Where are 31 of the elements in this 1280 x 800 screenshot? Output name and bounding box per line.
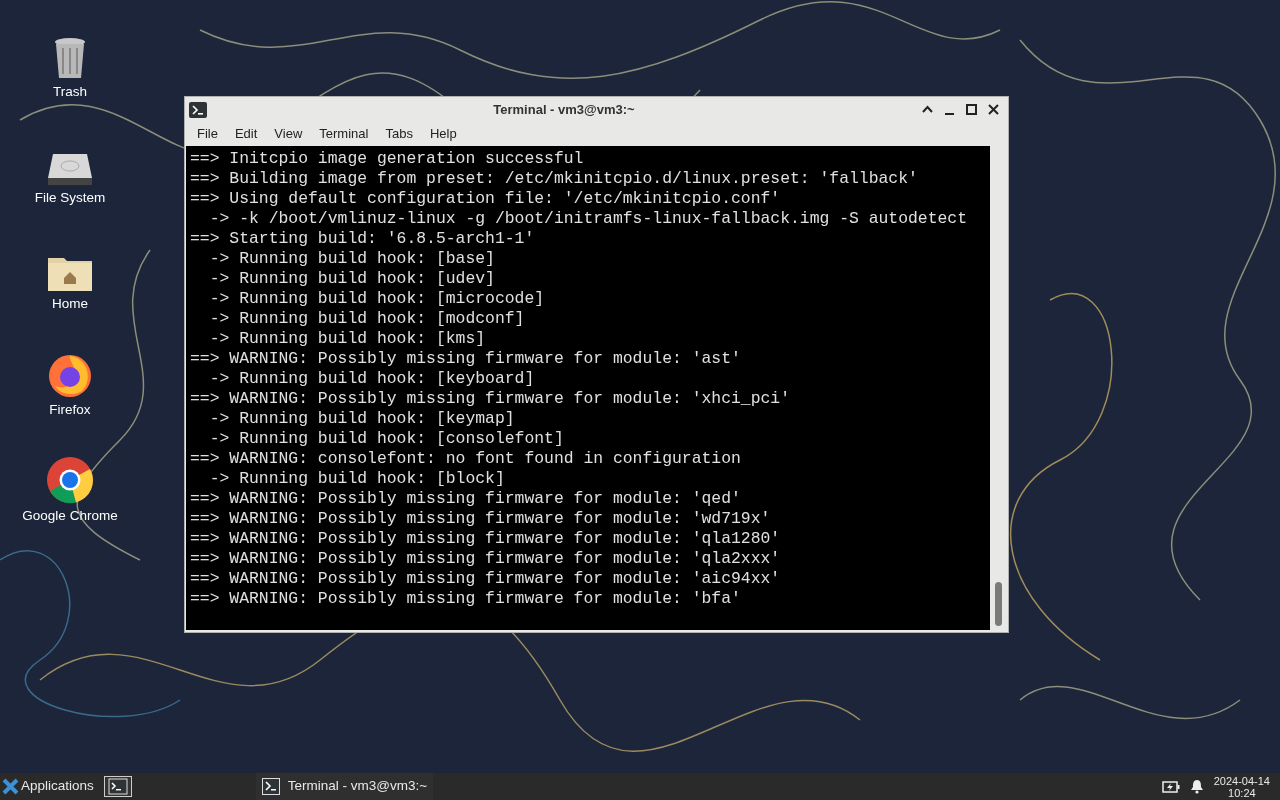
- scrollbar-thumb[interactable]: [995, 582, 1002, 626]
- desktop-icon-label[interactable]: File System: [34, 187, 106, 208]
- trash-can-icon: [53, 35, 87, 80]
- terminal-output: ==> Initcpio image generation successful ==> Building image from preset: /etc/mkinitcpio.d/linux.preset: 'fallback' ==> Using default configuration file: '/etc/mkinitcpio.conf' -> -k /boot/vmlinuz-linux -g /boot/initramfs-linux-fallback.img -S autodetect ==> Starting build: '6.8.5-arch1-1' -> Running build hook: [base] -> Running build hook: [udev] -> Running build hook: [microcode] -> Running build hook: [modconf] -> Running build hook: [kms] ==> WARNING: Possibly missing firmware for module: 'ast' -> Running build hook: [keyboard] ==> WARNING: Possibly missing firmware for module: 'xhci_pci' -> Running build hook: [keymap] -> Running build hook: [consolefont] ==> WARNING: consolefont: no font found in configuration -> Running build hook: [block] ==> WARNING: Possibly missing firmware for module: 'qed' ==> WARNING: Possibly missing firmware for module: 'wd719x' ==> WARNING: Possibly missing firmware for module: 'qla1280' ==> WARNING: Possibly missing firmware for module: 'qla2xxx' ==> WARNING: Possibly missing firmware for module: 'aic94xx' ==> WARNING: Possibly missing firmware for module: 'bfa': [189, 148, 969, 610]
- window-title: Terminal - vm3@vm3:~: [492, 100, 636, 119]
- battery-icon[interactable]: [1161, 780, 1180, 793]
- terminal-launcher-icon[interactable]: [103, 776, 132, 797]
- desktop-icon-label[interactable]: Google Chrome: [22, 505, 118, 526]
- menu-item[interactable]: View: [267, 124, 310, 144]
- menu-item[interactable]: Tabs: [378, 124, 420, 144]
- hard-drive-icon: [47, 151, 93, 186]
- maximize-icon[interactable]: [965, 103, 978, 116]
- close-icon[interactable]: [987, 103, 1000, 116]
- clock[interactable]: 2024-04-14 10:24: [1213, 774, 1280, 799]
- taskbar-window-button[interactable]: Terminal - vm3@vm3:~: [255, 773, 434, 800]
- chrome-icon: [46, 455, 94, 504]
- terminal-icon[interactable]: [189, 101, 207, 118]
- xfce-logo-icon: [2, 778, 19, 795]
- terminal-icon: [261, 778, 280, 795]
- menu-item[interactable]: Terminal: [312, 124, 376, 144]
- desktop-icon-label[interactable]: Trash: [53, 81, 87, 102]
- scrollbar[interactable]: [990, 146, 1007, 630]
- desktop-icon-label[interactable]: Firefox: [49, 399, 91, 420]
- menu-item[interactable]: File: [190, 124, 225, 144]
- clock-time: 10:24: [1228, 786, 1256, 799]
- clock-date: 2024-04-14: [1213, 774, 1270, 787]
- bell-icon[interactable]: [1189, 779, 1204, 794]
- applications-menu-button[interactable]: Applications: [0, 773, 98, 800]
- desktop-icon-label[interactable]: Home: [52, 293, 88, 314]
- menu-item[interactable]: Edit: [227, 124, 265, 144]
- menu-item[interactable]: Help: [422, 124, 464, 144]
